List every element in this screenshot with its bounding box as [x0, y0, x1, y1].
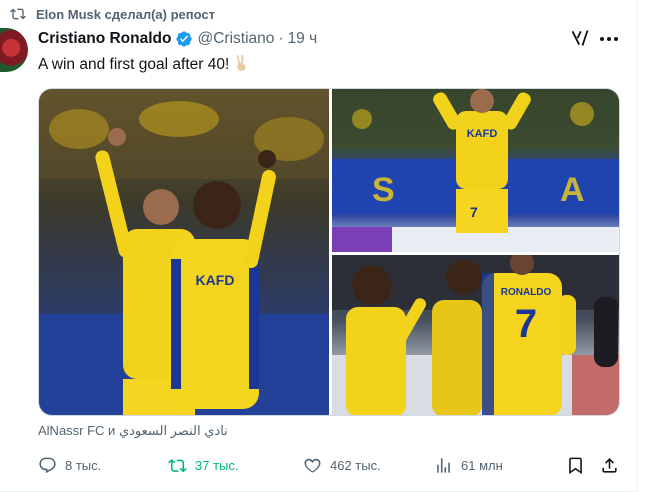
media-grid: KAFD S A KAFD 7 RONALDO 7 [38, 88, 620, 416]
reply-icon [39, 457, 56, 473]
repost-button[interactable]: 37 тыс. [168, 452, 238, 478]
like-icon [304, 458, 321, 473]
photo-celebration-2[interactable]: S A KAFD 7 [332, 89, 619, 252]
timestamp[interactable]: 19 ч [288, 30, 318, 48]
repost-icon [10, 8, 26, 20]
like-button[interactable]: 462 тыс. [303, 452, 381, 478]
photo-1-illustration: KAFD [39, 89, 329, 415]
action-bar: 8 тыс. 37 тыс. 462 тыс. 61 млн [38, 452, 620, 478]
tweet-header: Cristiano Ronaldo @Cristiano · 19 ч [38, 28, 317, 50]
views-button[interactable]: 61 млн [434, 452, 503, 478]
reply-button[interactable]: 8 тыс. [38, 452, 101, 478]
share-button[interactable] [600, 452, 619, 478]
bookmark-button[interactable] [566, 452, 585, 478]
author-handle[interactable]: @Cristiano [197, 30, 274, 48]
tweet-body: A win and first goal after 40! [38, 56, 230, 73]
tweet-text: A win and first goal after 40! [38, 54, 250, 75]
sponsor-text-2: KAFD [467, 128, 498, 140]
jersey-number-text: 7 [515, 302, 537, 346]
author-name[interactable]: Cristiano Ronaldo [38, 30, 171, 48]
jersey-name-text: RONALDO [501, 287, 552, 298]
separator-dot: · [278, 30, 284, 47]
views-count: 61 млн [461, 457, 503, 473]
svg-text:S: S [372, 171, 395, 209]
repost-context[interactable]: Elon Musk сделал(а) репост [10, 5, 215, 23]
grok-icon[interactable] [570, 28, 590, 48]
avatar[interactable] [0, 28, 28, 72]
repost-label: Elon Musk сделал(а) репост [36, 6, 215, 22]
photo-celebration-1[interactable]: KAFD [39, 89, 329, 415]
repost-icon [168, 458, 187, 472]
timeline-border [637, 0, 638, 492]
number-text-2: 7 [470, 204, 478, 220]
verified-badge-icon [176, 31, 193, 47]
photo-celebration-3[interactable]: RONALDO 7 [332, 255, 619, 415]
photo-2-illustration: S A KAFD 7 [332, 89, 619, 252]
media-tags[interactable]: AlNassr FC и نادي النصر السعودي [38, 423, 228, 439]
repost-count: 37 тыс. [195, 457, 239, 473]
sponsor-text-1: KAFD [196, 272, 235, 288]
views-icon [437, 457, 450, 473]
photo-3-illustration: RONALDO 7 [332, 255, 619, 415]
victory-hand-emoji [236, 55, 246, 71]
more-icon[interactable] [598, 30, 620, 48]
like-count: 462 тыс. [330, 457, 381, 473]
share-icon [602, 457, 617, 473]
svg-text:A: A [560, 171, 585, 209]
reply-count: 8 тыс. [65, 457, 102, 473]
bookmark-icon [569, 457, 582, 474]
